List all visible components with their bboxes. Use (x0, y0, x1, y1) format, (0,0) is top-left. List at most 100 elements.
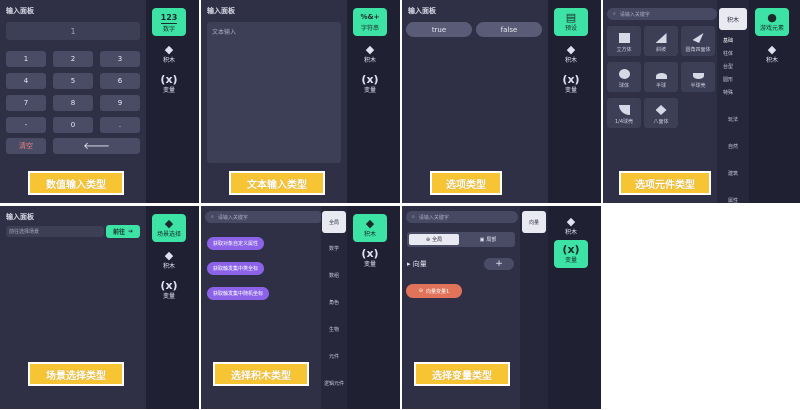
text-input-area[interactable]: 文本输入 (207, 22, 341, 163)
key-3[interactable]: 3 (100, 51, 140, 67)
go-button[interactable]: 前往 ➔ (106, 225, 140, 238)
sidebar-item-block[interactable]: ◆ 积木 (353, 40, 387, 68)
element-octahedron[interactable]: 八面体 (644, 98, 678, 128)
subcat-platform[interactable]: 台型 (723, 63, 733, 70)
category-element[interactable]: 元件 (319, 353, 349, 360)
search-input[interactable]: ⌕ 请输入关键字 (406, 211, 518, 223)
category-attribute[interactable]: 属性 (718, 197, 748, 203)
element-cube[interactable]: 立方体 (607, 26, 641, 56)
panel-number-input: 输入面板 1 1 2 3 4 5 6 7 8 9 - 0 . 清空 🡐 123 … (0, 0, 199, 203)
search-input[interactable]: ⌕ 请输入关键字 (205, 211, 323, 223)
sidebar-item-block[interactable]: ◆ 积木 (353, 214, 387, 242)
search-placeholder: 请输入关键字 (619, 11, 650, 18)
category-math[interactable]: 数学 (319, 245, 349, 252)
sidebar-item-block[interactable]: ◆ 积木 (755, 40, 789, 68)
element-hemisphere[interactable]: 半球 (644, 62, 678, 92)
sphere-icon (618, 69, 630, 79)
sidebar-item-label: 积木 (564, 229, 577, 236)
sidebar-item-variable[interactable]: (x) 变量 (353, 70, 387, 98)
tab-local[interactable]: ▣ 局部 (463, 234, 513, 245)
key-2[interactable]: 2 (53, 51, 93, 67)
element-rounded-tetrahedron[interactable]: 圆角四面体 (681, 26, 715, 56)
category-vector[interactable]: 向量 (522, 211, 546, 233)
element-quarter-shell[interactable]: 1/4球壳 (607, 98, 641, 128)
add-variable-button[interactable]: + (484, 258, 514, 270)
variable-item[interactable]: ⊖ 向量变量1 (406, 284, 462, 298)
clear-button[interactable]: 清空 (6, 138, 46, 154)
subcat-cylinder[interactable]: 柱体 (723, 50, 733, 57)
sidebar-item-variable[interactable]: (x) 变量 (152, 70, 186, 98)
sidebar-item-string[interactable]: %&+ 字符串 (353, 8, 387, 36)
tetrahedron-icon (692, 33, 704, 43)
panel-title: 输入面板 (6, 7, 34, 15)
true-option[interactable]: true (406, 22, 472, 37)
sidebar-item-variable[interactable]: (x) 变量 (152, 276, 186, 304)
category-creature[interactable]: 生物 (319, 326, 349, 333)
sidebar-item-variable[interactable]: (x) 变量 (554, 240, 588, 268)
key-1[interactable]: 1 (6, 51, 46, 67)
sidebar-item-label: 积木 (765, 57, 778, 64)
key-4[interactable]: 4 (6, 73, 46, 89)
sidebar-item-block[interactable]: ◆ 积木 (152, 40, 186, 68)
scene-input[interactable]: 前往选择场景 (6, 226, 104, 237)
category-global[interactable]: 全局 (322, 211, 346, 233)
key-6[interactable]: 6 (100, 73, 140, 89)
section-vector[interactable]: ▸ 向量 (407, 259, 427, 269)
element-slope[interactable]: 斜坡 (644, 26, 678, 56)
variable-icon: ⊖ (418, 288, 423, 294)
search-input[interactable]: ⌕ 请输入关键字 (607, 8, 717, 20)
sidebar: ▤ 预设 ◆ 积木 (x) 变量 (548, 0, 601, 203)
variable-icon: (x) (361, 73, 379, 86)
block-item[interactable]: 获取触发集中类全标 (207, 262, 265, 275)
sidebar-item-label: 场景选择 (156, 231, 181, 238)
block-item[interactable]: 获取对象自定义属性 (207, 237, 265, 250)
subcat-special[interactable]: 特殊 (723, 89, 733, 96)
subcat-round[interactable]: 圆形 (723, 76, 733, 83)
sidebar-item-variable[interactable]: (x) 变量 (353, 244, 387, 272)
false-option[interactable]: false (476, 22, 542, 37)
sidebar-item-preset[interactable]: ▤ 预设 (554, 8, 588, 36)
search-placeholder: 请输入关键字 (217, 214, 248, 221)
category-logic-element[interactable]: 逻辑元件 (319, 380, 349, 387)
category-building[interactable]: 建筑 (718, 170, 748, 177)
backspace-button[interactable]: 🡐 (53, 138, 140, 154)
key-dot[interactable]: . (100, 117, 140, 133)
sidebar-item-variable[interactable]: (x) 变量 (554, 70, 588, 98)
key-minus[interactable]: - (6, 117, 46, 133)
key-5[interactable]: 5 (53, 73, 93, 89)
category-column: 向量 (520, 206, 548, 409)
element-hemisphere-shell[interactable]: 半球壳 (681, 62, 715, 92)
text-input-placeholder: 文本输入 (212, 29, 237, 36)
sidebar-item-block[interactable]: ◆ 积木 (554, 212, 588, 240)
caption-banner: 选项元件类型 (619, 171, 711, 195)
variable-icon: (x) (160, 279, 178, 292)
caption-banner: 场景选择类型 (28, 362, 124, 386)
key-0[interactable]: 0 (53, 117, 93, 133)
panel-title: 输入面板 (6, 213, 34, 221)
string-icon: %&+ (360, 13, 380, 21)
globe-icon: ⊕ (425, 236, 431, 243)
sidebar-item-game-element[interactable]: ● 游戏元素 (755, 8, 789, 36)
sidebar-item-block[interactable]: ◆ 积木 (554, 40, 588, 68)
sidebar-item-label: 积木 (564, 57, 577, 64)
tab-global[interactable]: ⊕ 全局 (409, 234, 459, 245)
blocks-icon: ◆ (566, 215, 576, 228)
sidebar-item-label: 变量 (363, 87, 376, 94)
element-sphere[interactable]: 球体 (607, 62, 641, 92)
tab-block[interactable]: 积木 (719, 8, 747, 30)
caption-banner: 选项类型 (430, 171, 502, 195)
category-gameplay[interactable]: 玩法 (718, 116, 748, 123)
blocks-icon: ◆ (365, 217, 375, 230)
category-character[interactable]: 角色 (319, 299, 349, 306)
sidebar-item-block[interactable]: ◆ 积木 (152, 246, 186, 274)
blocks-icon: ◆ (566, 43, 576, 56)
category-nature[interactable]: 自然 (718, 143, 748, 150)
key-9[interactable]: 9 (100, 95, 140, 111)
category-array[interactable]: 数组 (319, 272, 349, 279)
sidebar-item-scene[interactable]: ◆ 场景选择 (152, 214, 186, 242)
key-7[interactable]: 7 (6, 95, 46, 111)
sidebar-item-number[interactable]: 123 数字 (152, 8, 186, 36)
key-8[interactable]: 8 (53, 95, 93, 111)
subcat-basic[interactable]: 基础 (723, 37, 733, 44)
block-item[interactable]: 获取触发集中随机坐标 (207, 287, 270, 300)
